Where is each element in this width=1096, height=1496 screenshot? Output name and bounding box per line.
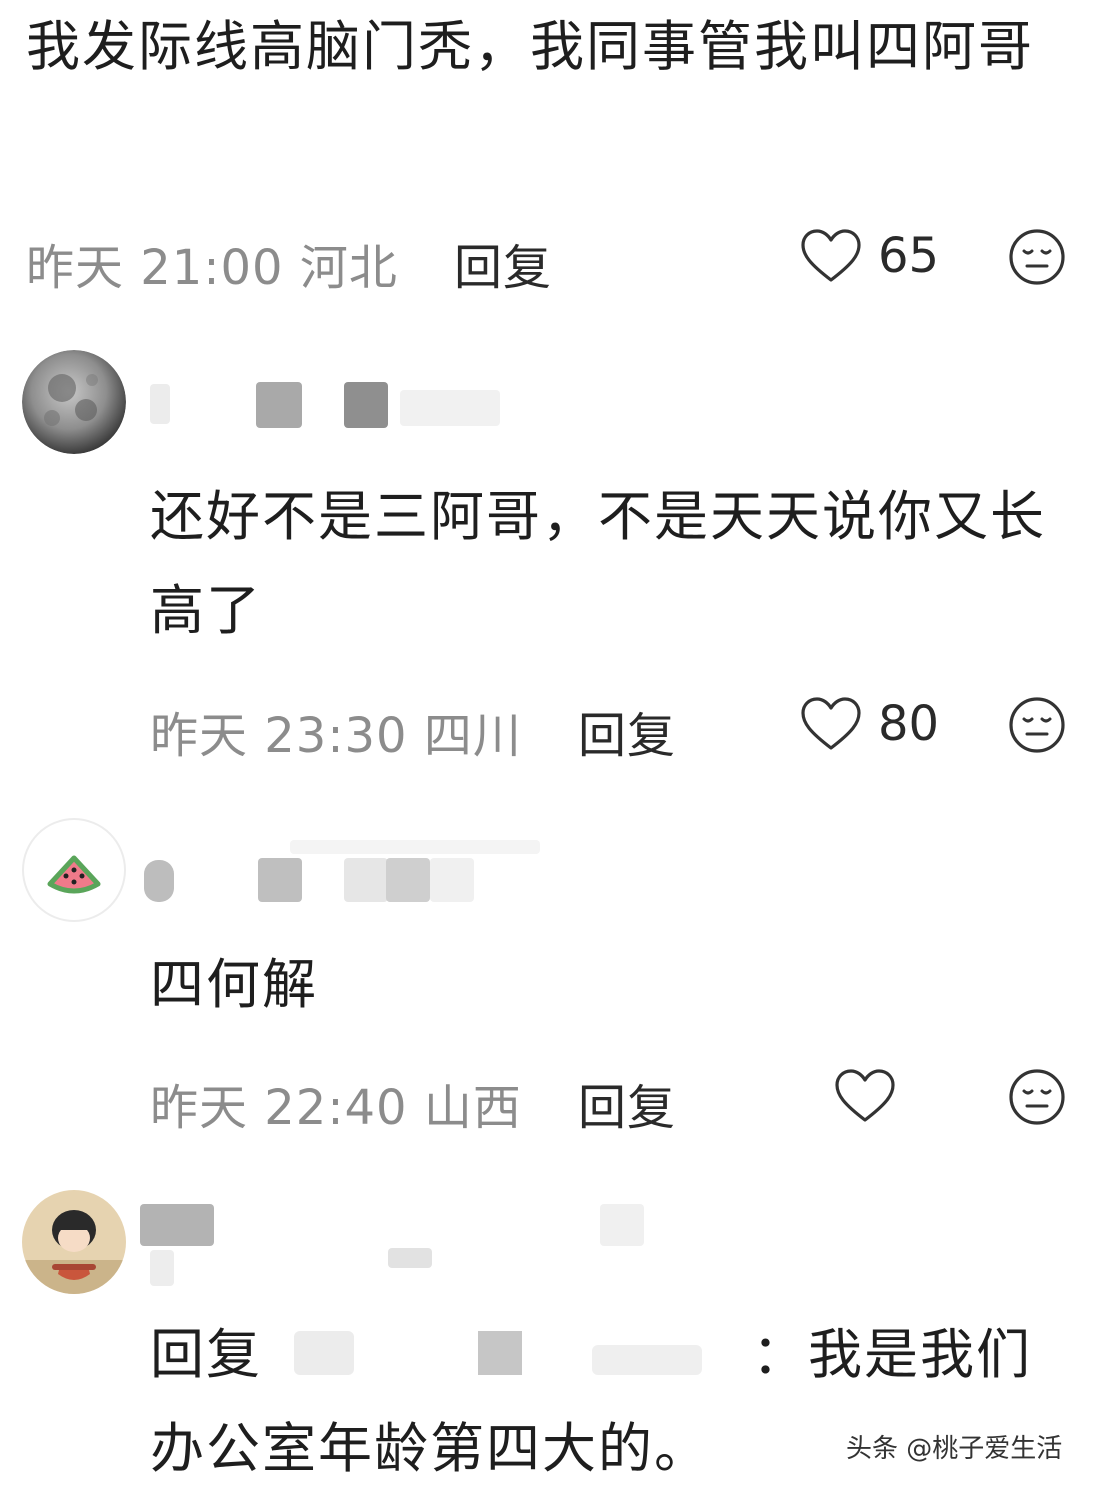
watermelon-avatar[interactable] [22, 818, 126, 922]
reply-prefix: 回复 [150, 1323, 262, 1386]
blurred-username[interactable] [140, 1200, 660, 1296]
comment-3-reply-button[interactable]: 回复 [578, 1068, 676, 1138]
blurred-username[interactable] [140, 840, 540, 910]
blurred-mention[interactable] [262, 1327, 752, 1381]
neutral-face-icon[interactable] [1008, 228, 1066, 286]
comment-1-meta: 昨天 21:00 河北 [26, 240, 398, 296]
heart-outline-icon[interactable] [800, 228, 862, 284]
watermark: 头条 @桃子爱生活 [846, 1434, 1063, 1464]
comment-1-reply-button[interactable]: 回复 [454, 228, 552, 298]
comment-2-text: 还好不是三阿哥，不是天天说你又长高了 [150, 485, 1046, 642]
neutral-face-icon[interactable] [1008, 1068, 1066, 1126]
comment-3-text: 四何解 [150, 953, 318, 1016]
neutral-face-icon[interactable] [1008, 696, 1066, 754]
cartoon-girl-avatar[interactable] [22, 1190, 126, 1294]
comment-1-like-count: 65 [878, 228, 940, 284]
comment-2-meta: 昨天 23:30 四川 [150, 708, 522, 764]
comment-3-meta: 昨天 22:40 山西 [150, 1080, 522, 1136]
moon-avatar[interactable] [22, 350, 126, 454]
comment-2-reply-button[interactable]: 回复 [578, 696, 676, 766]
heart-outline-icon[interactable] [800, 696, 862, 752]
comment-2-like-count: 80 [878, 696, 940, 752]
heart-outline-icon[interactable] [834, 1068, 896, 1124]
comment-4-text: 回复 ：我是我们办公室年龄第四大的。 [150, 1308, 1080, 1496]
blurred-username[interactable] [150, 380, 510, 430]
comment-1-text: 我发际线高脑门秃，我同事管我叫四阿哥 [26, 15, 1034, 78]
